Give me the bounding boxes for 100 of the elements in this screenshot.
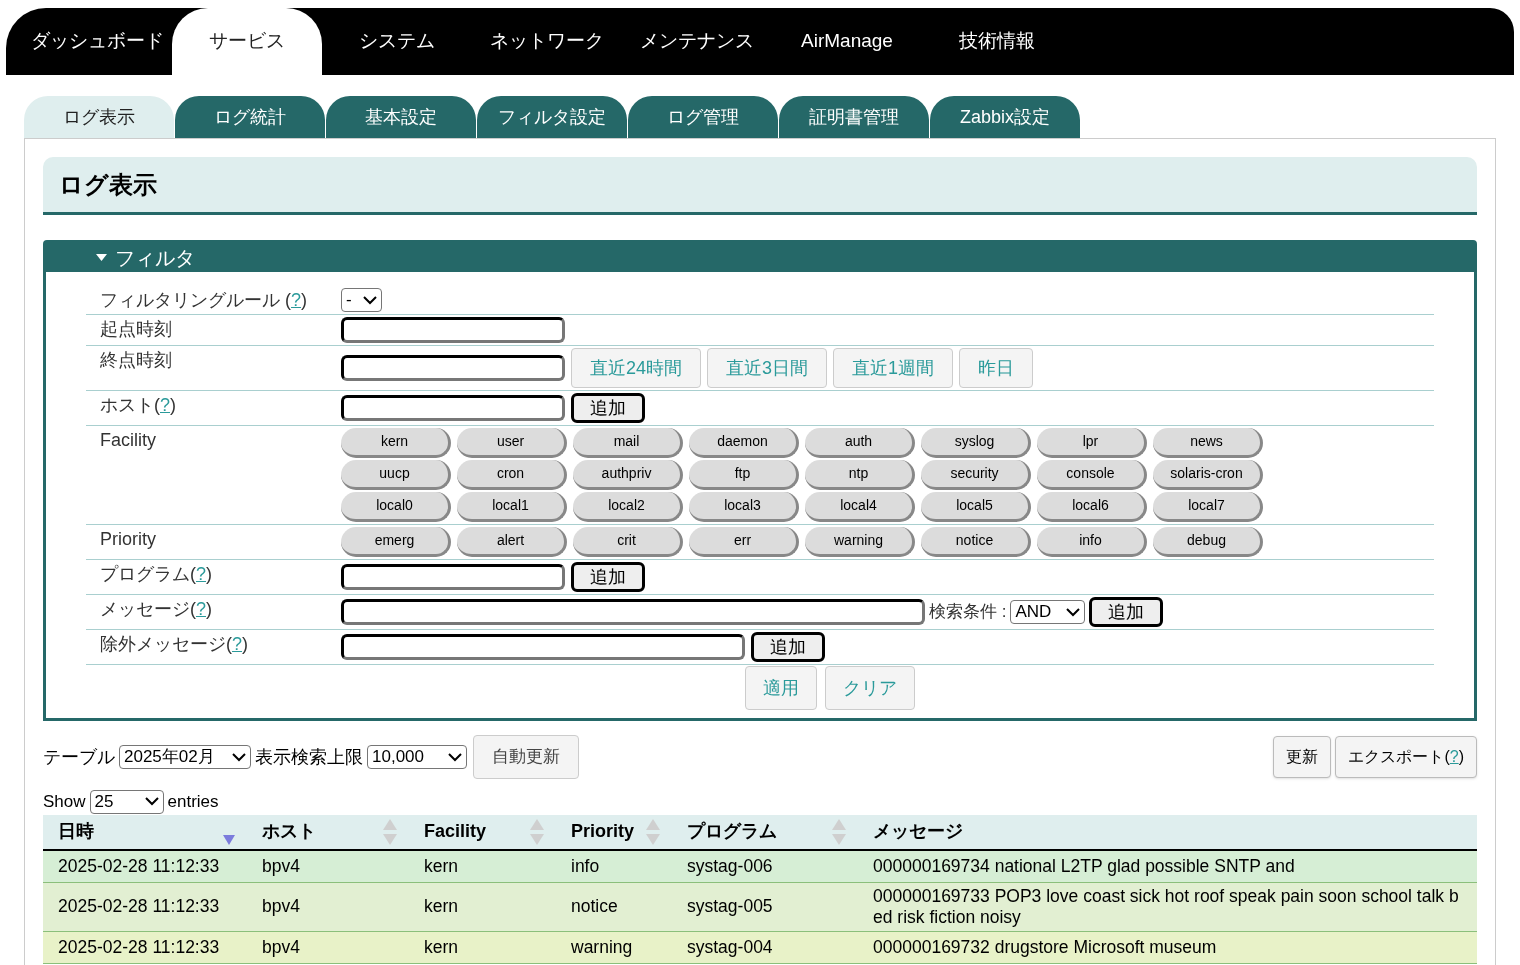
sub-tab[interactable]: Zabbix設定 <box>930 96 1080 138</box>
table-cell: bpv4 <box>262 936 300 958</box>
condition-label: 検索条件 : <box>929 601 1007 624</box>
table-cell: 2025-02-28 11:12:33 <box>58 936 220 958</box>
toggle-pill[interactable]: local5 <box>921 492 1031 522</box>
sub-tab[interactable]: 基本設定 <box>326 96 476 138</box>
field-label: ホスト(?) <box>100 395 176 415</box>
toggle-pill[interactable]: alert <box>457 527 567 557</box>
nav-tab[interactable]: システム <box>322 8 472 75</box>
field-label: フィルタリングルール (?) <box>100 290 307 310</box>
table-cell: systag-005 <box>687 896 773 917</box>
field-label: 終点時刻 <box>100 350 172 370</box>
table-select[interactable]: 2025年02月 <box>119 745 251 769</box>
column-header[interactable]: ホスト <box>247 814 409 849</box>
nav-tab[interactable]: AirManage <box>772 8 922 75</box>
nav-tab[interactable]: ネットワーク <box>472 8 622 75</box>
toggle-pill[interactable]: crit <box>573 527 683 557</box>
sort-icon <box>530 818 544 845</box>
toggle-pill[interactable]: info <box>1037 527 1147 557</box>
help-link[interactable]: ? <box>160 395 170 415</box>
toggle-pill[interactable]: solaris-cron <box>1153 460 1263 490</box>
toggle-pill[interactable]: daemon <box>689 428 799 458</box>
nav-tab[interactable]: ダッシュボード <box>22 8 172 75</box>
column-header[interactable]: メッセージ <box>858 814 1477 849</box>
sub-tab[interactable]: 証明書管理 <box>779 96 929 138</box>
nav-tab[interactable]: メンテナンス <box>622 8 772 75</box>
toggle-pill[interactable]: emerg <box>341 527 451 557</box>
sub-tab[interactable]: ログ統計 <box>175 96 325 138</box>
table-cell: warning <box>571 936 633 958</box>
field-label: Facility <box>100 430 156 450</box>
toggle-pill[interactable]: err <box>689 527 799 557</box>
entries-label: entries <box>167 791 219 813</box>
toggle-pill[interactable]: user <box>457 428 567 458</box>
column-header[interactable]: Facility <box>409 814 556 849</box>
nav-tab[interactable]: 技術情報 <box>922 8 1072 75</box>
toggle-pill[interactable]: console <box>1037 460 1147 490</box>
sub-tab[interactable]: ログ表示 <box>24 96 174 138</box>
auto-refresh-button[interactable]: 自動更新 <box>473 735 579 779</box>
table-cell: 2025-02-28 11:12:33 <box>58 855 220 877</box>
toggle-pill[interactable]: syslog <box>921 428 1031 458</box>
toggle-pill[interactable]: local1 <box>457 492 567 522</box>
limit-select[interactable]: 10,000 <box>367 745 467 769</box>
chevron-down-icon <box>144 797 159 807</box>
chevron-down-icon <box>448 752 462 762</box>
add-button[interactable]: 追加 <box>1089 597 1164 627</box>
export-button[interactable]: エクスポート(?) <box>1335 736 1477 778</box>
sub-tab[interactable]: フィルタ設定 <box>477 96 627 138</box>
page-length-select[interactable]: 25 <box>89 789 164 814</box>
filter-header[interactable]: フィルタ <box>46 243 1474 272</box>
toggle-pill[interactable]: local2 <box>573 492 683 522</box>
help-link[interactable]: ? <box>196 599 206 619</box>
sub-tab[interactable]: ログ管理 <box>628 96 778 138</box>
nav-tab[interactable]: サービス <box>172 8 322 75</box>
toggle-pill[interactable]: news <box>1153 428 1263 458</box>
table-cell: bpv4 <box>262 855 300 877</box>
table-cell: systag-004 <box>687 936 773 958</box>
toggle-pill[interactable]: local7 <box>1153 492 1263 522</box>
chevron-down-icon <box>1066 607 1081 617</box>
toggle-pill[interactable]: local6 <box>1037 492 1147 522</box>
toggle-pill[interactable]: local0 <box>341 492 451 522</box>
toggle-pill[interactable]: warning <box>805 527 915 557</box>
table-cell: 2025-02-28 11:12:33 <box>58 896 220 917</box>
add-button[interactable]: 追加 <box>571 562 645 592</box>
input-field[interactable] <box>341 599 925 625</box>
help-link[interactable]: ? <box>232 634 242 654</box>
condition-select[interactable]: AND <box>1010 600 1086 624</box>
toggle-pill[interactable]: local3 <box>689 492 799 522</box>
sort-icon <box>832 818 846 845</box>
toggle-pill[interactable]: security <box>921 460 1031 490</box>
input-field[interactable] <box>341 317 565 343</box>
toggle-pill[interactable]: mail <box>573 428 683 458</box>
add-button[interactable]: 追加 <box>751 632 825 662</box>
toggle-pill[interactable]: kern <box>341 428 451 458</box>
column-header[interactable]: 日時 <box>43 814 247 849</box>
toggle-pill[interactable]: ftp <box>689 460 799 490</box>
input-field[interactable] <box>341 355 565 381</box>
toggle-pill[interactable]: auth <box>805 428 915 458</box>
toggle-pill[interactable]: debug <box>1153 527 1263 557</box>
sort-icon <box>383 818 397 845</box>
toggle-pill[interactable]: lpr <box>1037 428 1147 458</box>
filter-title: フィルタ <box>115 245 195 271</box>
toggle-pill[interactable]: uucp <box>341 460 451 490</box>
column-header[interactable]: Priority <box>556 814 672 849</box>
toggle-pill[interactable]: notice <box>921 527 1031 557</box>
rule-select[interactable]: - <box>341 288 382 312</box>
help-link[interactable]: ? <box>196 564 206 584</box>
input-field[interactable] <box>341 634 745 660</box>
chevron-down-icon <box>232 752 246 762</box>
refresh-button[interactable]: 更新 <box>1273 736 1332 778</box>
toggle-pill[interactable]: local4 <box>805 492 915 522</box>
toggle-pill[interactable]: authpriv <box>573 460 683 490</box>
table-label: テーブル <box>43 745 115 769</box>
add-button[interactable]: 追加 <box>571 393 645 423</box>
toggle-pill[interactable]: ntp <box>805 460 915 490</box>
limit-label: 表示検索上限 <box>255 745 363 769</box>
help-link[interactable]: ? <box>291 290 301 310</box>
input-field[interactable] <box>341 564 565 590</box>
input-field[interactable] <box>341 395 565 421</box>
toggle-pill[interactable]: cron <box>457 460 567 490</box>
column-header[interactable]: プログラム <box>672 814 858 849</box>
